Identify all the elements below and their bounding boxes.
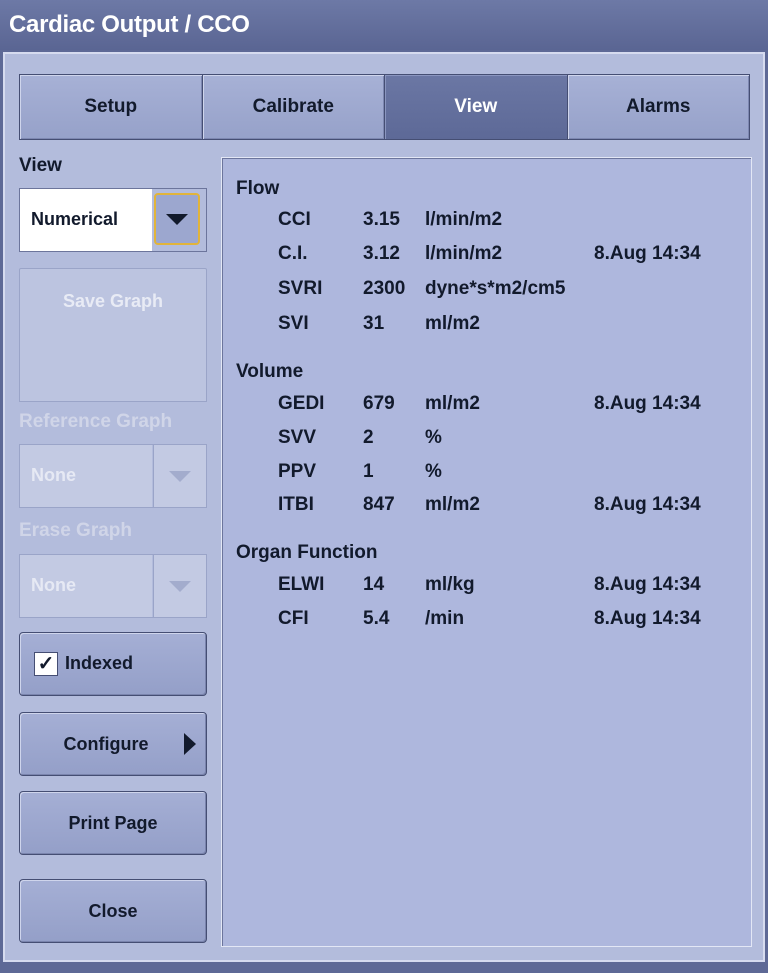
param-unit: ml/kg (425, 574, 475, 595)
param-unit: /min (425, 608, 465, 629)
erase-graph-select: None (19, 554, 207, 618)
print-page-button[interactable]: Print Page (19, 791, 207, 855)
view-label: View (19, 155, 62, 176)
param-name: GEDI (278, 393, 325, 414)
tab-bar: Setup Calibrate View Alarms (19, 74, 750, 140)
param-value: 1 (363, 461, 374, 482)
param-value: 3.12 (363, 243, 400, 264)
param-value: 847 (363, 494, 395, 515)
param-unit: l/min/m2 (425, 209, 503, 230)
view-select[interactable]: Numerical (19, 188, 207, 252)
erase-graph-dropdown-button (153, 555, 206, 617)
param-value: 2300 (363, 278, 406, 299)
param-name: CFI (278, 608, 309, 629)
tab-calibrate[interactable]: Calibrate (201, 74, 385, 140)
table-row: SVI 31 ml/m2 (222, 313, 753, 337)
chevron-down-icon (166, 213, 188, 225)
param-value: 3.15 (363, 209, 400, 230)
param-timestamp: 8.Aug 14:34 (594, 574, 701, 595)
configure-label: Configure (63, 733, 149, 754)
chevron-right-icon (184, 733, 196, 755)
param-value: 5.4 (363, 608, 390, 629)
section-title-volume: Volume (236, 361, 304, 382)
param-unit: ml/m2 (425, 494, 480, 515)
configure-button[interactable]: Configure (19, 712, 207, 776)
param-name: PPV (278, 461, 317, 482)
param-name: SVI (278, 313, 309, 334)
chevron-down-icon (169, 580, 191, 592)
param-name: ELWI (278, 574, 325, 595)
table-row: CFI 5.4 /min 8.Aug 14:34 (222, 608, 753, 632)
table-row: C.I. 3.12 l/min/m2 8.Aug 14:34 (222, 243, 753, 267)
cardiac-output-window: Setup Calibrate View Alarms View Numeric… (3, 52, 765, 962)
table-row: ITBI 847 ml/m2 8.Aug 14:34 (222, 494, 753, 518)
param-value: 679 (363, 393, 395, 414)
view-select-value: Numerical (20, 189, 152, 251)
param-name: C.I. (278, 243, 308, 264)
table-row: GEDI 679 ml/m2 8.Aug 14:34 (222, 393, 753, 417)
save-graph-area (19, 332, 207, 402)
param-timestamp: 8.Aug 14:34 (594, 608, 701, 629)
param-unit: % (425, 461, 442, 482)
param-name: SVRI (278, 278, 323, 299)
param-name: CCI (278, 209, 311, 230)
view-select-dropdown-button[interactable] (154, 193, 200, 245)
param-unit: dyne*s*m2/cm5 (425, 278, 566, 299)
save-graph-button: Save Graph (19, 268, 207, 334)
table-row: ELWI 14 ml/kg 8.Aug 14:34 (222, 574, 753, 598)
param-timestamp: 8.Aug 14:34 (594, 393, 701, 414)
reference-graph-dropdown-button (153, 445, 206, 507)
reference-graph-label: Reference Graph (19, 411, 173, 432)
table-row: SVRI 2300 dyne*s*m2/cm5 (222, 278, 753, 302)
erase-graph-value: None (20, 555, 152, 617)
tab-setup[interactable]: Setup (19, 74, 203, 140)
param-unit: % (425, 427, 442, 448)
param-unit: ml/m2 (425, 313, 480, 334)
chevron-down-icon (169, 470, 191, 482)
param-unit: l/min/m2 (425, 243, 503, 264)
section-title-organ-function: Organ Function (236, 542, 378, 563)
indexed-checkbox[interactable]: ✓ (34, 652, 58, 676)
param-timestamp: 8.Aug 14:34 (594, 243, 701, 264)
param-timestamp: 8.Aug 14:34 (594, 494, 701, 515)
numerical-view-panel: Flow CCI 3.15 l/min/m2 C.I. 3.12 l/min/m… (221, 157, 752, 947)
param-name: SVV (278, 427, 317, 448)
table-row: CCI 3.15 l/min/m2 (222, 209, 753, 233)
tab-alarms[interactable]: Alarms (566, 74, 750, 140)
tab-view[interactable]: View (384, 74, 568, 140)
indexed-label: Indexed (65, 653, 134, 673)
erase-graph-label: Erase Graph (19, 520, 132, 541)
reference-graph-value: None (20, 445, 152, 507)
param-value: 31 (363, 313, 385, 334)
table-row: SVV 2 % (222, 427, 753, 451)
indexed-toggle-button[interactable]: ✓ Indexed (19, 632, 207, 696)
table-row: PPV 1 % (222, 461, 753, 485)
param-name: ITBI (278, 494, 314, 515)
param-value: 14 (363, 574, 385, 595)
reference-graph-select: None (19, 444, 207, 508)
section-title-flow: Flow (236, 178, 280, 199)
param-value: 2 (363, 427, 374, 448)
window-title: Cardiac Output / CCO (0, 0, 768, 50)
close-button[interactable]: Close (19, 879, 207, 943)
param-unit: ml/m2 (425, 393, 480, 414)
